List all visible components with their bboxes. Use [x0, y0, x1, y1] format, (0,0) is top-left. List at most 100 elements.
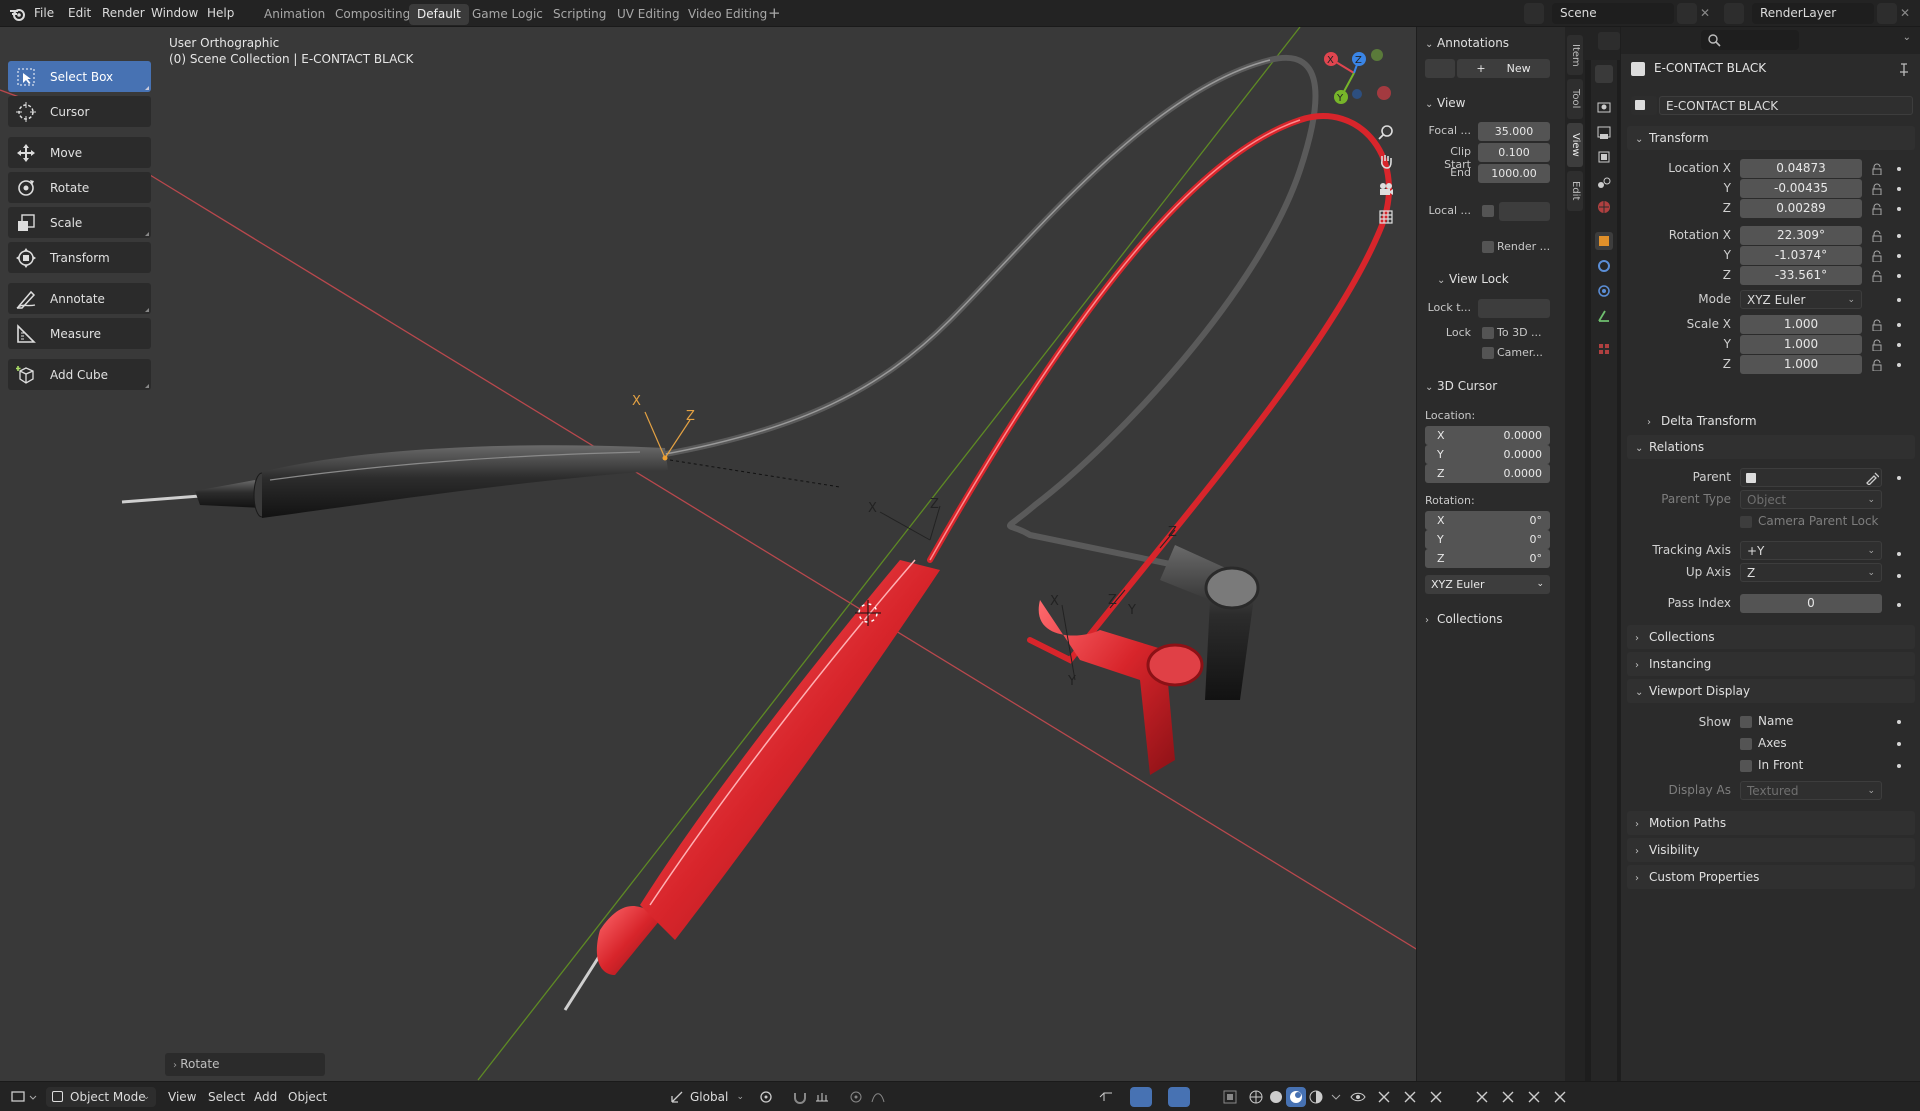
- delete-view-layer-icon[interactable]: ✕: [1900, 0, 1910, 27]
- tool-scale[interactable]: Scale: [8, 207, 151, 238]
- camera-view-icon[interactable]: [1374, 177, 1398, 201]
- local-camera-field[interactable]: [1499, 202, 1550, 221]
- lock-location-y-icon[interactable]: [1871, 183, 1883, 195]
- close-icon[interactable]: [1526, 1089, 1542, 1105]
- tool-transform[interactable]: Transform: [8, 242, 151, 273]
- keyframe-dot[interactable]: [1897, 343, 1901, 347]
- constraints-tab-icon[interactable]: [1595, 307, 1613, 325]
- falloff-curve-icon[interactable]: [870, 1089, 886, 1105]
- view-lock-header[interactable]: ⌄ View Lock: [1417, 268, 1557, 290]
- wireframe-shading-icon[interactable]: [1248, 1089, 1264, 1105]
- keyframe-dot[interactable]: [1897, 234, 1901, 238]
- 3d-cursor-header[interactable]: ⌄ 3D Cursor: [1417, 375, 1557, 397]
- cursor-rotation-mode-select[interactable]: XYZ Euler ⌄: [1425, 575, 1550, 594]
- cursor-location-x-field[interactable]: X 0.0000: [1425, 426, 1550, 445]
- tab-video-editing[interactable]: Video Editing: [680, 4, 775, 25]
- relations-panel-header[interactable]: ⌄ Relations: [1627, 435, 1915, 459]
- collections-header[interactable]: › Collections: [1417, 608, 1557, 630]
- delta-transform-header[interactable]: › Delta Transform: [1639, 409, 1915, 433]
- keyframe-dot[interactable]: [1897, 167, 1901, 171]
- lock-rotation-x-icon[interactable]: [1871, 230, 1883, 242]
- lock-scale-x-icon[interactable]: [1871, 319, 1883, 331]
- rotation-x-field[interactable]: 22.309°: [1740, 226, 1862, 245]
- tab-edit[interactable]: Edit: [1567, 171, 1583, 211]
- pan-hand-icon[interactable]: [1374, 149, 1398, 173]
- rotation-z-field[interactable]: -33.561°: [1740, 266, 1862, 285]
- menu-render[interactable]: Render: [102, 0, 145, 27]
- keyframe-dot[interactable]: [1897, 476, 1901, 480]
- menu-select[interactable]: Select: [208, 1082, 245, 1111]
- object-mode-select[interactable]: Object Mode ⌄: [46, 1087, 156, 1107]
- up-axis-select[interactable]: Z ⌄: [1740, 563, 1882, 582]
- output-tab-icon[interactable]: [1595, 123, 1613, 141]
- annotations-header[interactable]: ⌄ Annotations: [1417, 32, 1557, 54]
- ortho-grid-icon[interactable]: [1374, 205, 1398, 229]
- show-gizmo-toggle[interactable]: [1130, 1087, 1152, 1107]
- keyframe-dot[interactable]: [1897, 274, 1901, 278]
- material-preview-shading-button[interactable]: [1286, 1087, 1306, 1107]
- lock-scale-y-icon[interactable]: [1871, 339, 1883, 351]
- editor-type-icon[interactable]: [10, 1088, 38, 1106]
- location-z-field[interactable]: 0.00289: [1740, 199, 1862, 218]
- lock-rotation-z-icon[interactable]: [1871, 270, 1883, 282]
- tool-cursor[interactable]: Cursor: [8, 96, 151, 127]
- rendered-shading-icon[interactable]: [1308, 1089, 1324, 1105]
- keyframe-dot[interactable]: [1897, 363, 1901, 367]
- view-layer-browse-icon[interactable]: [1724, 3, 1744, 24]
- scene-name-field[interactable]: Scene: [1552, 3, 1674, 24]
- delete-scene-icon[interactable]: ✕: [1700, 0, 1710, 27]
- custom-properties-panel-header[interactable]: › Custom Properties: [1627, 865, 1915, 889]
- tool-rotate[interactable]: Rotate: [8, 172, 151, 203]
- transform-orientation-select[interactable]: Global ⌄: [668, 1087, 748, 1107]
- pin-icon[interactable]: [1897, 62, 1911, 76]
- parent-field[interactable]: [1740, 468, 1882, 487]
- editor-type-icon[interactable]: [1598, 32, 1620, 50]
- close-icon[interactable]: [1376, 1089, 1392, 1105]
- instancing-panel-header[interactable]: › Instancing: [1627, 652, 1915, 676]
- view-layer-tab-icon[interactable]: [1595, 148, 1613, 166]
- clip-end-field[interactable]: 1000.00: [1478, 164, 1550, 183]
- camera-parent-lock-checkbox[interactable]: [1740, 516, 1752, 528]
- 3d-viewport[interactable]: X Z X Z X Z Z Y Y X Z Y User Orthographi…: [0, 27, 1565, 1081]
- tab-item[interactable]: Item: [1567, 35, 1583, 75]
- tool-annotate[interactable]: Annotate: [8, 283, 151, 314]
- menu-add[interactable]: Add: [254, 1082, 277, 1111]
- close-icon[interactable]: [1552, 1089, 1568, 1105]
- redo-panel-rotate[interactable]: › Rotate: [165, 1053, 325, 1076]
- menu-edit[interactable]: Edit: [68, 0, 91, 27]
- close-icon[interactable]: [1428, 1089, 1444, 1105]
- lock-location-x-icon[interactable]: [1871, 163, 1883, 175]
- keyframe-dot[interactable]: [1897, 574, 1901, 578]
- lock-rotation-y-icon[interactable]: [1871, 250, 1883, 262]
- visibility-panel-header[interactable]: › Visibility: [1627, 838, 1915, 862]
- menu-file[interactable]: File: [34, 0, 54, 27]
- xray-toggle-icon[interactable]: [1222, 1089, 1238, 1105]
- view-header[interactable]: ⌄ View: [1417, 92, 1557, 114]
- tab-animation[interactable]: Animation: [256, 4, 333, 25]
- cursor-rotation-x-field[interactable]: X 0°: [1425, 511, 1550, 530]
- show-overlays-toggle[interactable]: [1168, 1087, 1190, 1107]
- lock-scale-z-icon[interactable]: [1871, 359, 1883, 371]
- tab-game-logic[interactable]: Game Logic: [464, 4, 551, 25]
- clip-start-field[interactable]: 0.100: [1478, 143, 1550, 162]
- show-in-front-checkbox[interactable]: [1740, 760, 1752, 772]
- texture-tab-icon[interactable]: [1595, 340, 1613, 358]
- tool-select-box[interactable]: Select Box: [8, 61, 151, 92]
- cursor-location-y-field[interactable]: Y 0.0000: [1425, 445, 1550, 464]
- modifiers-tab-icon[interactable]: [1595, 257, 1613, 275]
- render-tab-icon[interactable]: [1595, 98, 1613, 116]
- keyframe-dot[interactable]: [1897, 720, 1901, 724]
- local-camera-checkbox[interactable]: [1482, 205, 1494, 217]
- keyframe-dot[interactable]: [1897, 187, 1901, 191]
- tab-default[interactable]: Default: [409, 4, 469, 25]
- lock-to-object-field[interactable]: [1478, 299, 1550, 318]
- focal-length-field[interactable]: 35.000: [1478, 122, 1550, 141]
- proportional-edit-icon[interactable]: [848, 1089, 864, 1105]
- menu-help[interactable]: Help: [207, 0, 234, 27]
- snap-magnet-icon[interactable]: [792, 1089, 808, 1105]
- properties-options-icon[interactable]: ⌄: [1903, 32, 1911, 43]
- keyframe-dot[interactable]: [1897, 254, 1901, 258]
- tool-settings-tab-icon[interactable]: [1595, 65, 1613, 83]
- location-x-field[interactable]: 0.04873: [1740, 159, 1862, 178]
- tool-add-cube[interactable]: Add Cube: [8, 359, 151, 390]
